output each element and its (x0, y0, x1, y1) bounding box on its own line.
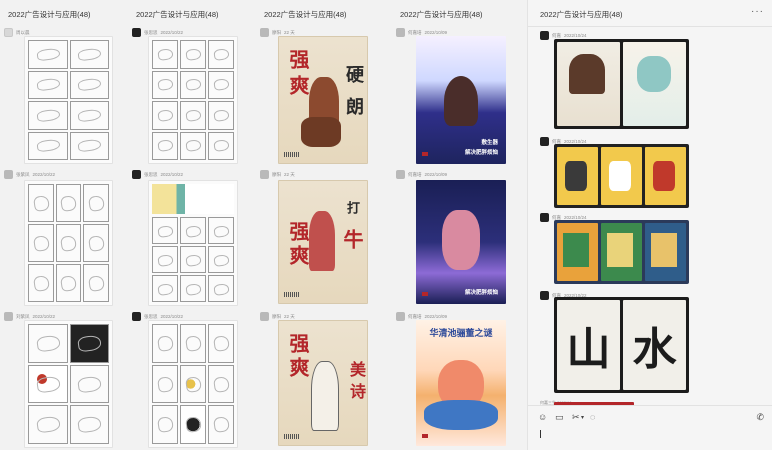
post-author: 何嘉培 (408, 29, 422, 35)
avatar[interactable] (260, 170, 269, 179)
avatar[interactable] (260, 28, 269, 37)
avatar[interactable] (132, 312, 141, 321)
post-image[interactable]: 强 爽 美 诗 (278, 320, 368, 446)
emoji-icon[interactable]: ☺ (538, 412, 547, 422)
avatar[interactable] (540, 213, 549, 222)
column-title: 2022广告设计与应用(48) (264, 10, 347, 19)
post-image[interactable] (24, 320, 113, 448)
post-author: 何嘉培 (408, 171, 422, 177)
avatar[interactable] (4, 170, 13, 179)
avatar[interactable] (540, 31, 549, 40)
poster-char: 强 (286, 49, 310, 69)
post-meta: 张思思 2022/10/22 (132, 170, 183, 179)
post-image[interactable] (148, 36, 238, 164)
feed-column-4: 2022广告设计与应用(48) 何嘉培 2022/10/09 敷生器 解决肥胖烦… (392, 0, 527, 450)
poster-char: 牛 (340, 229, 364, 249)
avatar[interactable] (4, 28, 13, 37)
avatar[interactable] (260, 312, 269, 321)
poster-char: 强 (286, 333, 310, 353)
poster-char: 爽 (286, 245, 310, 265)
poster-char: 诗 (347, 383, 366, 399)
post-date: 2022/10/22 (32, 172, 56, 177)
post-image[interactable]: 强 爽 打 牛 (278, 180, 368, 304)
avatar[interactable] (396, 28, 405, 37)
avatar[interactable] (540, 291, 549, 300)
post-author: 张思思 (144, 29, 158, 35)
poster-char: 朗 (343, 97, 364, 115)
avatar[interactable] (396, 170, 405, 179)
message-author: 何嘉 (552, 32, 561, 38)
post-author: 何嘉培 (408, 313, 422, 319)
post-image[interactable]: 解决肥胖烦恼 (416, 180, 506, 304)
column-title: 2022广告设计与应用(48) (8, 10, 91, 19)
poster-char: 美 (347, 361, 366, 377)
panel-title: 2022广告设计与应用(48) (540, 10, 623, 19)
post-image[interactable] (148, 180, 238, 306)
poster-char: 打 (344, 201, 359, 214)
poster-title: 华清池骊董之谜 (429, 328, 493, 338)
post-date: 2022/10/22 (160, 30, 184, 35)
poster-caption: 解决肥胖烦恼 (464, 150, 498, 156)
poster-char: 硬 (343, 65, 364, 83)
post-author: 刘紫凤 (16, 313, 30, 319)
poster-char: 爽 (286, 75, 310, 95)
post-author: 张紫凤 (16, 171, 30, 177)
folder-icon[interactable]: ▭ (555, 412, 564, 423)
post-meta: 张紫凤 2022/10/22 (4, 170, 55, 179)
post-image[interactable]: 强 爽 硬 朗 (278, 36, 368, 164)
post-author: 周以晨 (16, 29, 30, 35)
message-image[interactable] (554, 220, 689, 284)
post-date: 22 天 (284, 313, 295, 319)
feed-column-1: 2022广告设计与应用(48) 周以晨 张紫凤 2022/10/22 刘紫凤 2… (0, 0, 128, 450)
post-date: 2022/10/22 (160, 314, 184, 319)
poster-caption: 解决肥胖烦恼 (464, 290, 498, 296)
avatar[interactable] (132, 28, 141, 37)
post-image[interactable] (148, 320, 238, 448)
artwork-character: 山 (566, 324, 611, 375)
avatar[interactable] (540, 137, 549, 146)
post-author: 廖阳 (272, 171, 281, 177)
message-date: 2022/10/24 (564, 33, 587, 38)
post-date: 2022/10/22 (32, 314, 56, 319)
avatar[interactable] (396, 312, 405, 321)
post-date: 2022/10/09 (424, 30, 448, 35)
message-input[interactable] (540, 430, 541, 438)
message-image[interactable] (554, 144, 689, 208)
chat-bubble-icon[interactable]: ◌ (590, 412, 595, 422)
post-date: 2022/10/09 (424, 172, 448, 177)
post-date: 2022/10/09 (424, 314, 448, 319)
post-date: 22 天 (284, 171, 295, 177)
post-date: 22 天 (284, 29, 295, 35)
chevron-down-icon[interactable]: ▾ (581, 414, 584, 421)
post-image[interactable]: 华清池骊董之谜 (416, 320, 506, 446)
post-author: 廖阳 (272, 29, 281, 35)
post-meta: 何嘉培 2022/10/09 (396, 170, 447, 179)
poster-char: 爽 (286, 357, 310, 377)
post-image[interactable]: 敷生器 解决肥胖烦恼 (416, 36, 506, 164)
chat-panel: 2022广告设计与应用(48) ··· 何嘉 2022/10/24 何嘉 202… (527, 0, 772, 450)
message-image[interactable]: 山 水 (554, 297, 689, 393)
post-image[interactable] (24, 180, 113, 306)
phone-icon[interactable]: ✆ (756, 412, 764, 423)
scissors-icon[interactable]: ✂ (572, 412, 580, 423)
post-author: 廖阳 (272, 313, 281, 319)
column-title: 2022广告设计与应用(48) (400, 10, 483, 19)
post-meta: 廖阳 22 天 (260, 170, 295, 179)
poster-char: 强 (286, 221, 310, 241)
artwork-character: 水 (632, 324, 677, 375)
post-author: 张思思 (144, 313, 158, 319)
poster-subtitle: 敷生器 (481, 140, 498, 146)
more-icon[interactable]: ··· (751, 6, 764, 17)
column-title: 2022广告设计与应用(48) (136, 10, 219, 19)
feed-column-3: 2022广告设计与应用(48) 廖阳 22 天 强 爽 硬 朗 廖阳 22 天 … (256, 0, 392, 450)
feed-column-2: 2022广告设计与应用(48) 张思思 2022/10/22 张思思 2022/… (128, 0, 256, 450)
avatar[interactable] (4, 312, 13, 321)
post-author: 张思思 (144, 171, 158, 177)
post-image[interactable] (24, 36, 113, 164)
avatar[interactable] (132, 170, 141, 179)
message-image[interactable] (554, 39, 689, 129)
post-date: 2022/10/22 (160, 172, 184, 177)
